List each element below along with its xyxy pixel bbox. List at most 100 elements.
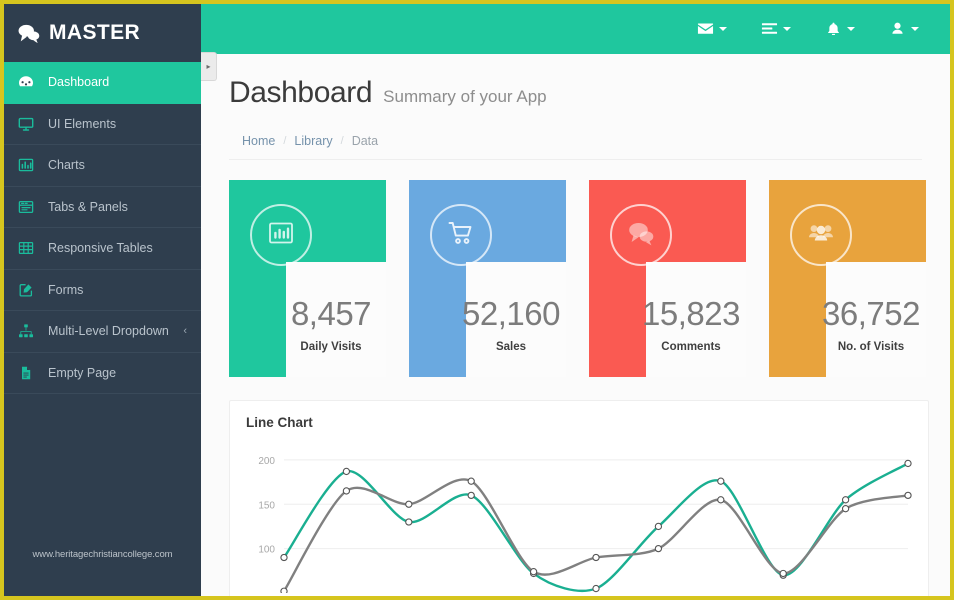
- stat-card-sales[interactable]: 52,160 Sales: [409, 180, 566, 377]
- bell-icon: [825, 22, 842, 37]
- sidebar-item-label: Forms: [48, 283, 83, 297]
- sidebar-item-multi-level-dropdown[interactable]: Multi-Level Dropdown ‹: [4, 311, 201, 353]
- file-icon: [18, 365, 34, 381]
- chevron-right-icon: ▸: [206, 62, 210, 71]
- breadcrumb: Home / Library / Data: [229, 126, 922, 159]
- line-chart-panel: Line Chart 100 150 200: [229, 400, 929, 596]
- chart-data-point[interactable]: [843, 506, 849, 512]
- sidebar-item-label: Tabs & Panels: [48, 200, 128, 214]
- breadcrumb-item-home[interactable]: Home: [242, 134, 275, 148]
- sidebar-item-label: Multi-Level Dropdown: [48, 324, 169, 338]
- card-value: 8,457: [275, 295, 387, 333]
- chart-data-point[interactable]: [655, 546, 661, 552]
- chart-data-point[interactable]: [281, 554, 287, 560]
- card-label: Daily Visits: [276, 341, 386, 353]
- sitemap-icon: [18, 323, 34, 339]
- breadcrumb-item-data: Data: [352, 134, 378, 148]
- bar-chart-box-icon: [267, 219, 295, 252]
- page-subtitle: Summary of your App: [383, 87, 546, 107]
- chart-y-tick-label: 100: [258, 545, 275, 556]
- comments-icon: [18, 23, 40, 43]
- topbar-messages-dropdown[interactable]: [680, 4, 744, 54]
- chart-y-tick-label: 150: [258, 500, 275, 511]
- sidebar-item-ui-elements[interactable]: UI Elements: [4, 104, 201, 146]
- chart-data-point[interactable]: [718, 497, 724, 503]
- chart-data-point[interactable]: [281, 588, 287, 593]
- card-icon-circle: [790, 204, 852, 266]
- chevron-down-icon: [911, 27, 919, 31]
- chart-title: Line Chart: [246, 415, 912, 430]
- sidebar-item-dashboard[interactable]: Dashboard: [4, 62, 201, 104]
- card-label: Comments: [636, 341, 746, 353]
- stat-card-daily-visits[interactable]: 8,457 Daily Visits: [229, 180, 386, 377]
- page-title: Dashboard: [229, 76, 372, 110]
- card-icon-circle: [250, 204, 312, 266]
- chart-data-point[interactable]: [343, 488, 349, 494]
- chart-data-point[interactable]: [843, 497, 849, 503]
- chart-data-point[interactable]: [905, 460, 911, 466]
- chevron-down-icon: [783, 27, 791, 31]
- chevron-left-icon: ‹: [183, 326, 187, 337]
- sidebar-item-forms[interactable]: Forms: [4, 270, 201, 312]
- chart-data-point[interactable]: [531, 569, 537, 575]
- edit-pencil-icon: [18, 282, 34, 298]
- topbar-tasks-dropdown[interactable]: [744, 4, 808, 54]
- stat-card-comments[interactable]: 15,823 Comments: [589, 180, 746, 377]
- chart-data-point[interactable]: [905, 492, 911, 498]
- comments-icon: [627, 219, 655, 252]
- bar-chart-icon: [18, 157, 34, 173]
- users-icon: [807, 219, 835, 252]
- card-icon-circle: [430, 204, 492, 266]
- chart-data-point[interactable]: [468, 492, 474, 498]
- chart-y-tick-label: 200: [258, 456, 275, 467]
- sidebar-item-tabs-panels[interactable]: Tabs & Panels: [4, 187, 201, 229]
- chevron-down-icon: [719, 27, 727, 31]
- watermark-text: www.heritagechristiancollege.com: [4, 549, 201, 560]
- envelope-icon: [697, 22, 714, 37]
- sidebar-item-label: Empty Page: [48, 366, 116, 380]
- sidebar-item-responsive-tables[interactable]: Responsive Tables: [4, 228, 201, 270]
- card-value: 15,823: [635, 295, 747, 333]
- brand-label: MASTER: [49, 21, 140, 45]
- sidebar-item-label: Dashboard: [48, 75, 109, 89]
- chart-data-point[interactable]: [718, 478, 724, 484]
- desktop-icon: [18, 116, 34, 132]
- chart-data-point[interactable]: [343, 468, 349, 474]
- chevron-down-icon: [847, 27, 855, 31]
- stat-cards: 8,457 Daily Visits 52,160 Sales: [201, 160, 950, 377]
- card-label: Sales: [456, 341, 566, 353]
- sidebar-item-charts[interactable]: Charts: [4, 145, 201, 187]
- chart-data-point[interactable]: [406, 519, 412, 525]
- page-header: Dashboard Summary of your App: [201, 54, 950, 110]
- stat-card-no-of-visits[interactable]: 36,752 No. of Visits: [769, 180, 926, 377]
- sidebar-item-label: Charts: [48, 158, 85, 172]
- shopping-cart-icon: [447, 219, 475, 252]
- sidebar-item-empty-page[interactable]: Empty Page: [4, 353, 201, 395]
- topbar-user-dropdown[interactable]: [872, 4, 936, 54]
- table-grid-icon: [18, 240, 34, 256]
- sidebar: MASTER Dashboard UI Elem: [4, 4, 201, 596]
- chart-data-point[interactable]: [593, 554, 599, 560]
- brand-logo[interactable]: MASTER: [4, 4, 201, 62]
- breadcrumb-item-library[interactable]: Library: [294, 134, 332, 148]
- topbar-notifications-dropdown[interactable]: [808, 4, 872, 54]
- sidebar-collapse-toggle[interactable]: ▸: [201, 52, 217, 81]
- card-value: 52,160: [455, 295, 567, 333]
- sidebar-item-label: UI Elements: [48, 117, 116, 131]
- line-chart-svg: 100 150 200: [246, 443, 914, 593]
- chart-plot-area[interactable]: 100 150 200: [246, 443, 912, 593]
- tasks-icon: [761, 22, 778, 37]
- card-label: No. of Visits: [816, 341, 926, 353]
- chart-data-point[interactable]: [593, 585, 599, 591]
- chart-data-point[interactable]: [406, 501, 412, 507]
- sidebar-item-label: Responsive Tables: [48, 241, 153, 255]
- breadcrumb-wrapper: Home / Library / Data: [229, 126, 922, 160]
- chart-data-point[interactable]: [780, 570, 786, 576]
- card-value: 36,752: [815, 295, 927, 333]
- dashboard-icon: [18, 74, 34, 90]
- chart-data-point[interactable]: [655, 523, 661, 529]
- card-icon-circle: [610, 204, 672, 266]
- sidebar-nav: Dashboard UI Elements Charts: [4, 62, 201, 394]
- chart-data-point[interactable]: [468, 478, 474, 484]
- user-icon: [889, 22, 906, 37]
